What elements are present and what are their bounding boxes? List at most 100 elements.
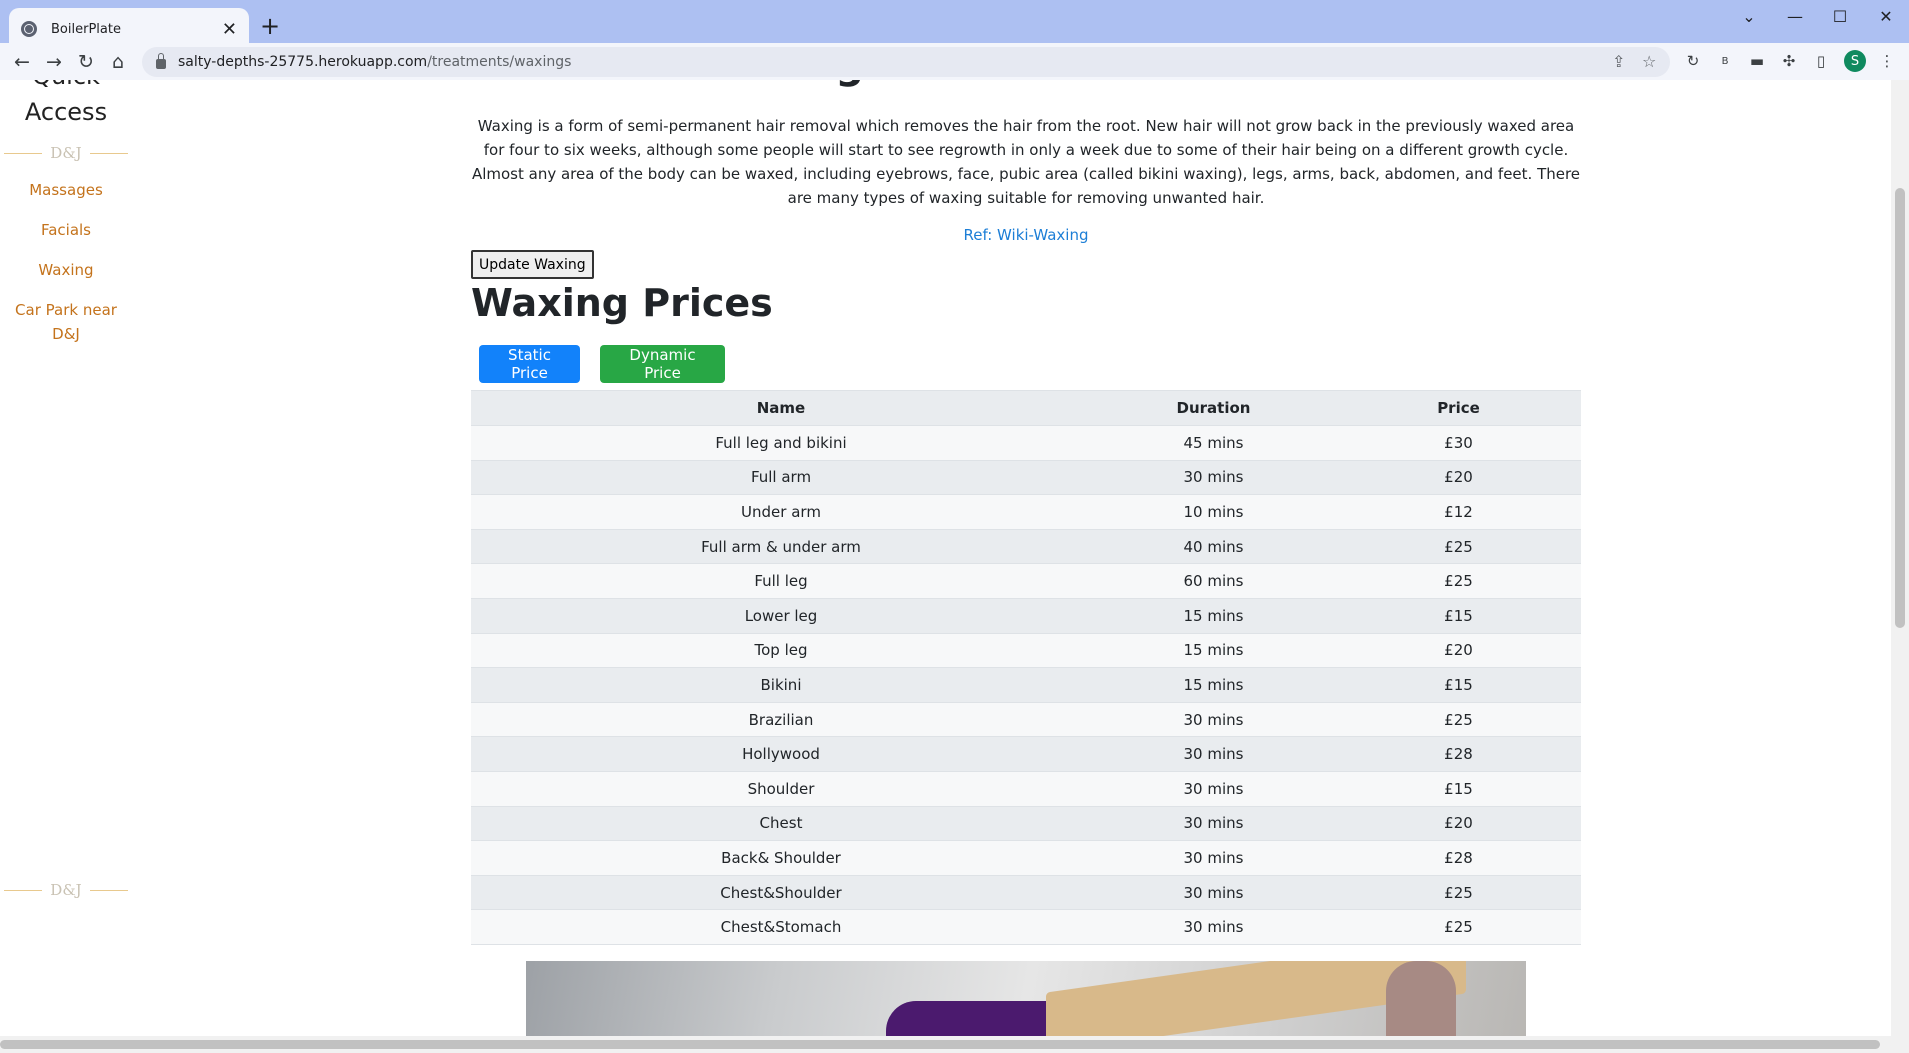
cell-name: Full leg and bikini [471,425,1091,461]
cell-name: Chest&Stomach [471,909,1091,945]
cell-price: £25 [1336,563,1581,599]
cell-duration: 15 mins [1091,632,1336,668]
intro-paragraph: Waxing is a form of semi-permanent hair … [471,117,1581,207]
puzzle-icon[interactable]: ✣ [1778,50,1800,72]
table-row: Hollywood 30 mins £28 [471,736,1581,772]
sidebar-divider-top: D&J [4,143,128,163]
cell-duration: 40 mins [1091,528,1336,564]
sidebar-link-car-park[interactable]: Car Park near D&J [0,298,132,346]
divider-logo-mark: D&J [50,144,82,162]
table-row: Under arm 10 mins £12 [471,494,1581,530]
cell-price: £20 [1336,632,1581,668]
cell-duration: 30 mins [1091,909,1336,945]
cell-name: Full leg [471,563,1091,599]
horizontal-scrollbar[interactable] [0,1036,1909,1053]
table-row: Top leg 15 mins £20 [471,632,1581,668]
cell-price: £15 [1336,770,1581,807]
sidebar-title: Quick Access [24,80,108,126]
extension-b-icon[interactable]: B [1714,50,1736,72]
forward-icon[interactable]: → [38,46,70,78]
tab-title: BoilerPlate [51,21,121,37]
table-row: Brazilian 30 mins £25 [471,701,1581,737]
cell-duration: 15 mins [1091,597,1336,634]
cell-price: £15 [1336,597,1581,634]
url-host: salty-depths-25775.herokuapp.com [178,54,428,70]
close-window-icon[interactable]: ✕ [1863,4,1909,28]
cell-name: Brazilian [471,701,1091,737]
cell-price: £15 [1336,667,1581,703]
side-panel-icon[interactable]: ▯ [1810,50,1832,72]
vertical-scrollbar[interactable] [1891,80,1909,1036]
table-row: Full leg and bikini 45 mins £30 [471,425,1581,461]
static-price-button[interactable]: Static Price [479,345,580,383]
share-icon[interactable]: ⇪ [1612,52,1625,71]
tab-search-icon[interactable]: ⌄ [1726,4,1772,28]
table-body: Full leg and bikini 45 mins £30 Full arm 30 … [471,425,1581,945]
sidebar-link-massages[interactable]: Massages [0,178,132,202]
cell-price: £25 [1336,701,1581,737]
dynamic-price-button[interactable]: Dynamic Price [600,345,725,383]
table-row: Chest 30 mins £20 [471,805,1581,841]
browser-toolbar: ← → ↻ ⌂ salty-depths-25775.herokuapp.com… [0,43,1909,80]
cell-price: £28 [1336,736,1581,772]
table-row: Back& Shoulder 30 mins £28 [471,840,1581,876]
close-tab-icon[interactable]: ✕ [222,19,237,40]
cell-duration: 30 mins [1091,701,1336,737]
cell-duration: 60 mins [1091,563,1336,599]
cell-name: Chest [471,805,1091,841]
url-text[interactable]: salty-depths-25775.herokuapp.com/treatme… [178,54,571,70]
table-row: Bikini 15 mins £15 [471,667,1581,703]
globe-icon [21,21,37,37]
cell-duration: 45 mins [1091,425,1336,461]
table-row: Shoulder 30 mins £15 [471,770,1581,807]
profile-avatar[interactable]: S [1844,50,1866,72]
cell-name: Hollywood [471,736,1091,772]
maximize-icon[interactable]: ☐ [1817,4,1863,28]
cell-name: Under arm [471,494,1091,530]
cell-price: £20 [1336,459,1581,495]
cell-duration: 15 mins [1091,667,1336,703]
column-header-duration: Duration [1091,390,1336,426]
cell-duration: 30 mins [1091,840,1336,876]
menu-kebab-icon[interactable]: ⋮ [1876,50,1898,72]
address-bar[interactable]: salty-depths-25775.herokuapp.com/treatme… [142,47,1670,77]
cell-price: £12 [1336,494,1581,530]
horizontal-scroll-thumb[interactable] [0,1040,1880,1049]
extension-sync-icon[interactable]: ↻ [1682,50,1704,72]
lock-icon [156,53,166,69]
column-header-price: Price [1336,390,1581,426]
home-icon[interactable]: ⌂ [102,46,134,78]
cell-name: Top leg [471,632,1091,668]
extension-plant-icon[interactable]: ▬ [1746,50,1768,72]
prices-table: Name Duration Price Full leg and bikini 4… [471,390,1581,945]
table-header-row: Name Duration Price [471,390,1581,426]
table-row: Full leg 60 mins £25 [471,563,1581,599]
cell-duration: 30 mins [1091,770,1336,807]
cell-name: Full arm & under arm [471,528,1091,564]
new-tab-icon[interactable]: + [260,12,280,40]
sidebar-link-facials[interactable]: Facials [0,218,132,242]
vertical-scroll-thumb[interactable] [1895,188,1905,628]
cell-price: £28 [1336,840,1581,876]
cell-duration: 30 mins [1091,805,1336,841]
cell-duration: 30 mins [1091,736,1336,772]
table-row: Full arm & under arm 40 mins £25 [471,528,1581,564]
back-icon[interactable]: ← [6,46,38,78]
cell-price: £25 [1336,874,1581,910]
wiki-reference-link[interactable]: Ref: Wiki-Waxing [471,226,1581,244]
sidebar-link-waxing[interactable]: Waxing [0,258,132,282]
reload-icon[interactable]: ↻ [70,46,102,78]
waxing-photo [526,961,1526,1036]
page-viewport: Quick Access D&J Massages Facials Waxing… [0,80,1891,1036]
bookmark-star-icon[interactable]: ☆ [1642,52,1656,71]
cell-name: Chest&Shoulder [471,874,1091,910]
page-title: Waxing Treatments Available [471,80,1581,88]
update-waxing-button[interactable]: Update Waxing [471,250,594,279]
url-path: /treatments/waxings [427,54,572,70]
minimize-icon[interactable]: — [1772,4,1818,28]
divider-logo-mark: D&J [50,881,82,899]
cell-duration: 30 mins [1091,459,1336,495]
cell-price: £30 [1336,425,1581,461]
cell-price: £25 [1336,528,1581,564]
table-row: Chest&Shoulder 30 mins £25 [471,874,1581,910]
